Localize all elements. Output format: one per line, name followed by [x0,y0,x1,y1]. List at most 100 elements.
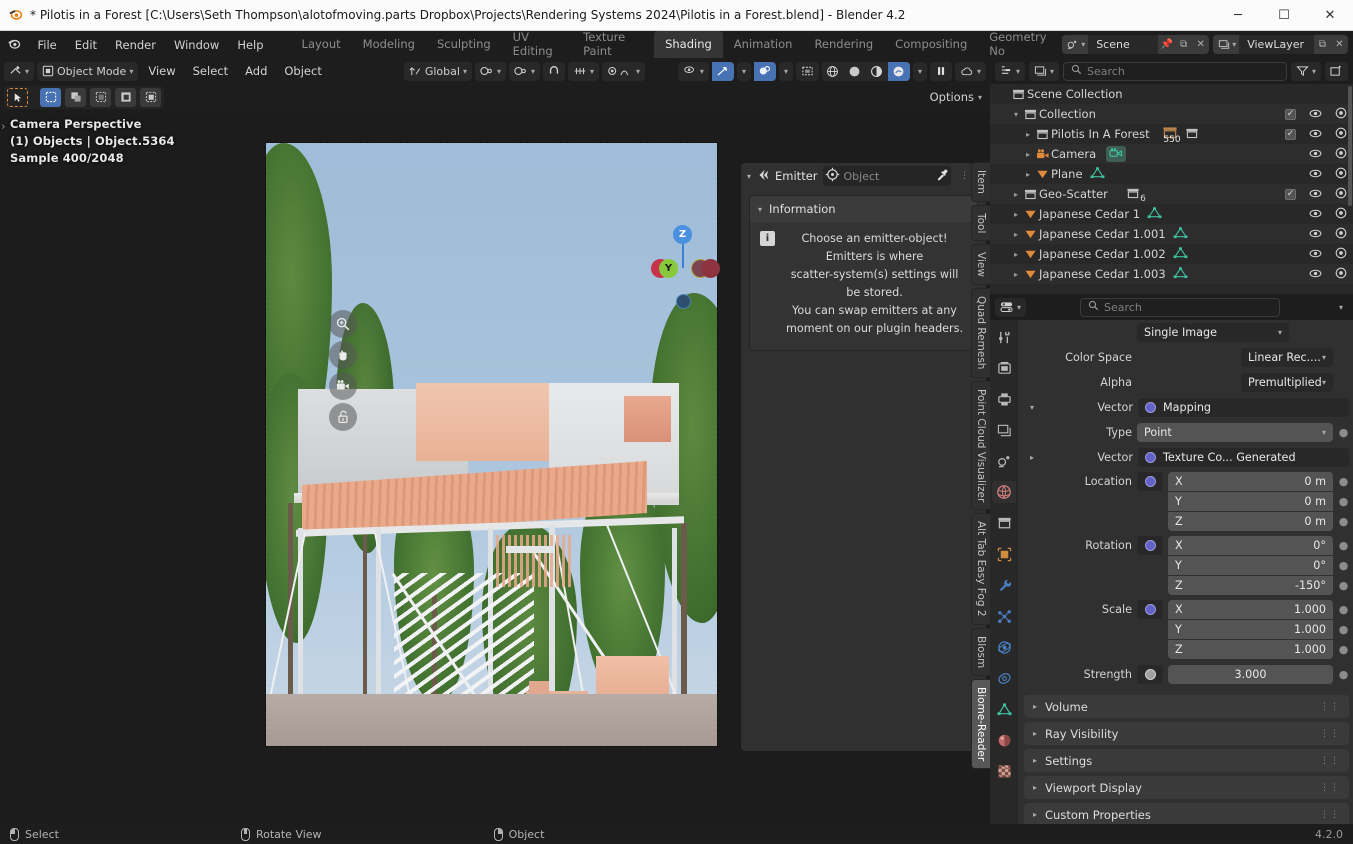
properties-options-dropdown[interactable]: ▾ [1334,298,1348,317]
snap-settings-selector[interactable]: ▾ [568,62,599,81]
panel-grip-icon[interactable]: ⋮⋮ [1320,756,1340,766]
exclude-checkbox[interactable]: ✓ [1285,189,1296,200]
properties-tab-physics[interactable] [992,636,1016,658]
world-shading-selector[interactable]: ▾ [955,62,986,81]
panel-grip-icon[interactable]: ⋮⋮ [1320,702,1340,712]
outliner-row-japanese-cedar-1-001[interactable]: ▸ Japanese Cedar 1.001 [990,224,1353,244]
color-space-dropdown[interactable]: Linear Rec.... ▾ [1241,348,1333,367]
outliner-row-collection[interactable]: ▾ Collection ✓ [990,104,1353,124]
disable-in-render-icon[interactable] [1335,127,1347,142]
information-subpanel-header[interactable]: ▾ Information [750,196,977,222]
disclosure-triangle[interactable]: ▸ [1022,170,1034,179]
panel-grip-icon[interactable]: ⋮⋮ [1320,810,1340,820]
outliner-row-plane[interactable]: ▸ Plane [990,164,1353,184]
select-set-button[interactable] [40,88,61,107]
sidebar-tab-blosm[interactable]: Blosm [971,628,990,676]
camera-icon[interactable] [329,372,357,400]
menu-help[interactable]: Help [228,35,272,55]
shading-material-preview[interactable] [866,62,888,81]
viewport-menu-object[interactable]: Object [277,64,328,78]
disable-in-render-icon[interactable] [1335,107,1347,122]
snap-magnet-toggle[interactable] [543,62,565,81]
disclosure-triangle[interactable]: ▸ [1010,190,1022,199]
strength-field[interactable]: 3.000 [1168,665,1333,684]
object-mode-selector[interactable]: Object Mode ▾ [37,62,138,81]
overlays-options-dropdown[interactable]: ▾ [779,62,793,81]
editor-type-selector[interactable]: ▾ [4,62,34,81]
emitter-object-field[interactable]: Object [823,166,951,186]
disclosure-triangle[interactable]: ▸ [1010,210,1022,219]
mesh-data-icon[interactable] [1147,207,1162,222]
panel-volume[interactable]: ▸ Volume ⋮⋮ [1024,695,1349,718]
hand-icon[interactable] [329,341,357,369]
sidebar-tab-tool[interactable]: Tool [971,205,990,241]
vector-texcoord-field[interactable]: Texture Co... Generated [1138,448,1349,467]
proportional-editing-falloff[interactable]: ▾ [602,62,645,81]
hide-in-viewport-icon[interactable] [1309,207,1322,221]
location-y-field[interactable]: Y 0 m [1168,492,1333,511]
chevron-down-icon[interactable]: ▾ [747,172,751,181]
disclosure-triangle[interactable]: ▾ [1010,110,1022,119]
shading-solid[interactable] [844,62,866,81]
sidebar-tab-point-cloud-visualizer[interactable]: Point Cloud Visualizer [971,381,990,510]
lock-icon[interactable] [329,403,357,431]
outliner-row-japanese-cedar-1[interactable]: ▸ Japanese Cedar 1 [990,204,1353,224]
hide-in-viewport-icon[interactable] [1309,227,1322,241]
eyedropper-icon[interactable] [935,168,949,185]
blender-menu-icon[interactable] [0,36,29,54]
properties-tab-collection[interactable] [992,512,1016,534]
disclosure-triangle[interactable]: ▸ [1010,250,1022,259]
properties-tab-scene[interactable] [992,450,1016,472]
properties-tab-render[interactable] [992,357,1016,379]
outliner-row-japanese-cedar-1-003[interactable]: ▸ Japanese Cedar 1.003 [990,264,1353,284]
properties-tab-constraint[interactable] [992,667,1016,689]
hide-in-viewport-icon[interactable] [1309,107,1322,121]
properties-tab-particles[interactable] [992,605,1016,627]
properties-tab-object[interactable] [992,543,1016,565]
scene-selector[interactable]: ▾ Scene 📌 ⧉ ✕ [1062,35,1209,54]
overlays-toggle[interactable] [754,62,776,81]
sidebar-tab-alt-tab-easy-fog-2[interactable]: Alt Tab Easy Fog 2 [971,513,990,625]
tweak-tool-button[interactable] [7,88,28,107]
properties-tab-tool[interactable] [992,326,1016,348]
animate-property-dot[interactable]: ● [1338,668,1349,681]
disable-in-render-icon[interactable] [1335,247,1347,262]
sidebar-expand-icon[interactable]: › [1,118,6,135]
outliner-row-geo-scatter[interactable]: ▸ Geo-Scatter 6 ✓ [990,184,1353,204]
new-collection-button[interactable] [1325,62,1348,81]
workspace-tab-geometry-nodes[interactable]: Geometry No [978,31,1062,58]
viewport-menu-add[interactable]: Add [238,64,274,78]
properties-tab-texture[interactable] [992,760,1016,782]
select-invert-button[interactable] [115,88,136,107]
disable-in-render-icon[interactable] [1335,167,1347,182]
workspace-tab-sculpting[interactable]: Sculpting [426,31,502,58]
animate-property-dot[interactable]: ● [1338,556,1349,575]
rotation-z-field[interactable]: Z -150° [1168,576,1333,595]
properties-tab-modifier[interactable] [992,574,1016,596]
animate-property-dot[interactable]: ● [1338,600,1349,619]
disclosure-triangle[interactable]: ▸ [1022,150,1034,159]
panel-custom-properties[interactable]: ▸ Custom Properties ⋮⋮ [1024,803,1349,824]
source-dropdown[interactable]: Single Image ▾ [1137,323,1289,342]
hide-in-viewport-icon[interactable] [1309,167,1322,181]
mesh-data-icon[interactable] [1173,227,1188,242]
location-socket-box[interactable] [1137,472,1163,491]
outliner-tree[interactable]: Scene Collection ▾ Collection ✓ [990,84,1353,294]
chevron-down-icon[interactable]: ▾ [1024,403,1040,412]
workspace-tab-layout[interactable]: Layout [291,31,352,58]
outliner-row-scene-collection[interactable]: Scene Collection [990,84,1353,104]
select-extend-button[interactable] [65,88,86,107]
proportional-edit-toggle[interactable]: ▾ [509,62,540,81]
sidebar-tab-view[interactable]: View [971,244,990,285]
xray-toggle[interactable] [796,62,819,81]
menu-render[interactable]: Render [106,35,165,55]
workspace-tab-uv-editing[interactable]: UV Editing [502,31,572,58]
gizmo-toggle[interactable] [712,62,734,81]
panel-grip-icon[interactable]: ⋮⋮ [1320,783,1340,793]
hide-in-viewport-icon[interactable] [1309,247,1322,261]
shading-wireframe[interactable] [822,62,844,81]
vector-mapping-field[interactable]: Mapping [1138,398,1349,417]
animate-property-dot[interactable]: ● [1338,620,1349,639]
workspace-tab-animation[interactable]: Animation [723,31,804,58]
exclude-checkbox[interactable]: ✓ [1285,129,1296,140]
